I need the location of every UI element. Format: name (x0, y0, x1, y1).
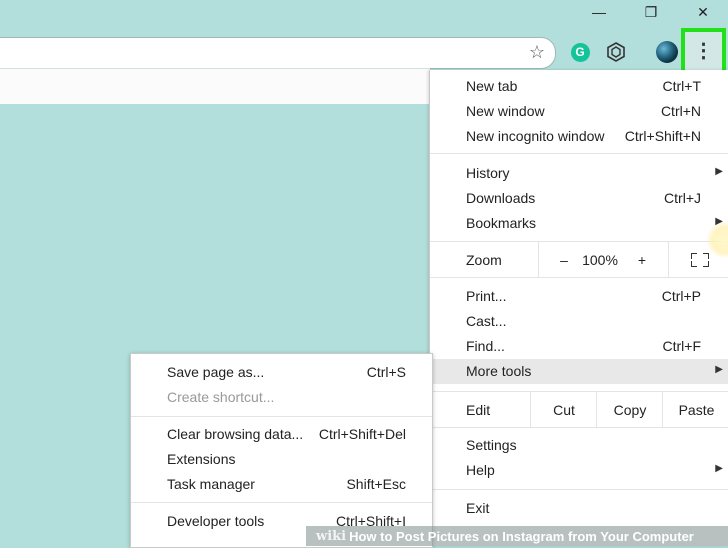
menu-item-new-tab[interactable]: New tab Ctrl+T (430, 74, 728, 99)
three-dots-icon: ⋮ (693, 40, 714, 62)
menu-item-shortcut: Ctrl+J (664, 190, 701, 206)
more-tools-submenu: Save page as... Ctrl+S Create shortcut..… (130, 353, 433, 548)
menu-item-shortcut: Ctrl+Shift+N (624, 128, 701, 144)
menu-item-label: Cast... (466, 313, 507, 329)
edit-label: Edit (466, 402, 491, 418)
cut-button[interactable]: Cut (530, 392, 597, 427)
menu-item-label: Exit (466, 500, 490, 516)
bookmarks-strip (0, 68, 430, 104)
minimize-icon: — (592, 4, 606, 20)
submenu-item-shortcut: Ctrl+Shift+Del (318, 426, 406, 442)
menu-item-label: New tab (466, 78, 518, 94)
submenu-item-label: Developer tools (167, 513, 265, 529)
menu-item-label: Help (466, 462, 495, 478)
zoom-in-button[interactable]: + (620, 242, 664, 277)
menu-item-shortcut: Ctrl+P (661, 288, 701, 304)
close-window-button[interactable]: ✕ (680, 0, 726, 24)
submenu-item-create-shortcut[interactable]: Create shortcut... (131, 385, 432, 410)
menu-item-history[interactable]: History ▶ (430, 161, 728, 186)
submenu-item-label: Create shortcut... (167, 389, 275, 405)
menu-item-new-window[interactable]: New window Ctrl+N (430, 99, 728, 124)
menu-item-exit[interactable]: Exit (430, 496, 728, 521)
menu-item-label: History (466, 165, 510, 181)
address-bar[interactable]: ☆ (0, 37, 556, 69)
minimize-button[interactable]: — (576, 0, 622, 24)
submenu-arrow-icon: ▶ (715, 463, 723, 474)
menu-item-shortcut: Ctrl+N (660, 103, 701, 119)
menu-item-shortcut: Ctrl+F (662, 338, 702, 354)
submenu-item-task-manager[interactable]: Task manager Shift+Esc (131, 472, 432, 497)
paste-label: Paste (678, 401, 715, 418)
hexagon-extension-icon (607, 42, 625, 62)
zoom-label: Zoom (466, 252, 502, 268)
menu-item-downloads[interactable]: Downloads Ctrl+J (430, 186, 728, 211)
menu-item-label: New incognito window (466, 128, 605, 144)
zoom-level: 100% (582, 252, 618, 268)
paste-button[interactable]: Paste (662, 392, 728, 427)
submenu-arrow-icon: ▶ (715, 364, 723, 375)
menu-divider (131, 416, 432, 417)
grammarly-icon: G (570, 42, 590, 62)
submenu-item-save-page[interactable]: Save page as... Ctrl+S (131, 360, 432, 385)
menu-divider (430, 277, 728, 278)
extension-button[interactable] (604, 40, 628, 64)
submenu-item-label: Extensions (167, 451, 236, 467)
menu-item-label: New window (466, 103, 545, 119)
edit-row: Edit Cut Copy Paste (430, 392, 728, 427)
star-icon[interactable]: ☆ (529, 42, 545, 63)
menu-divider (131, 502, 432, 503)
title-bar: — ❐ ✕ (0, 0, 728, 28)
submenu-arrow-icon: ▶ (715, 166, 723, 177)
menu-item-bookmarks[interactable]: Bookmarks ▶ (430, 211, 728, 236)
zoom-row: Zoom – 100% + (430, 242, 728, 277)
submenu-item-label: Clear browsing data... (167, 426, 304, 442)
submenu-item-label: Save page as... (167, 364, 265, 380)
menu-item-label: Downloads (466, 190, 536, 206)
submenu-item-extensions[interactable]: Extensions (131, 447, 432, 472)
menu-divider (430, 489, 728, 490)
close-icon: ✕ (697, 3, 709, 20)
menu-divider (430, 427, 728, 428)
menu-item-label: Settings (466, 437, 517, 453)
wikihow-watermark: wiki How to Post Pictures on Instagram f… (306, 526, 728, 546)
profile-avatar-button[interactable] (655, 40, 679, 64)
menu-item-label: More tools (466, 363, 532, 379)
submenu-item-label: Task manager (167, 476, 255, 492)
submenu-item-shortcut: Shift+Esc (346, 476, 406, 492)
copy-label: Copy (613, 401, 647, 418)
fullscreen-icon (690, 252, 709, 267)
menu-item-new-incognito-window[interactable]: New incognito window Ctrl+Shift+N (430, 124, 728, 149)
menu-item-label: Bookmarks (466, 215, 537, 231)
restore-icon: ❐ (644, 3, 658, 20)
wiki-logo-text: wiki (316, 528, 347, 544)
submenu-item-clear-browsing-data[interactable]: Clear browsing data... Ctrl+Shift+Del (131, 422, 432, 447)
minus-icon: – (560, 251, 568, 268)
menu-item-find[interactable]: Find... Ctrl+F (430, 334, 728, 359)
menu-item-print[interactable]: Print... Ctrl+P (430, 284, 728, 309)
menu-divider (430, 153, 728, 154)
menu-item-help[interactable]: Help ▶ (430, 458, 728, 483)
avatar (656, 41, 678, 63)
grammarly-extension-button[interactable]: G (568, 40, 592, 64)
menu-item-more-tools[interactable]: More tools ▶ (430, 359, 728, 384)
chrome-main-menu: New tab Ctrl+T New window Ctrl+N New inc… (429, 70, 728, 546)
menu-item-settings[interactable]: Settings (430, 433, 728, 458)
customize-menu-button[interactable]: ⋮ (681, 28, 726, 74)
menu-item-cast[interactable]: Cast... (430, 309, 728, 334)
watermark-title: How to Post Pictures on Instagram from Y… (349, 528, 694, 544)
cut-label: Cut (553, 401, 575, 418)
restore-button[interactable]: ❐ (628, 0, 674, 24)
menu-item-label: Find... (466, 338, 505, 354)
menu-item-label: Print... (466, 288, 507, 304)
submenu-item-shortcut: Ctrl+S (366, 364, 406, 380)
menu-item-shortcut: Ctrl+T (662, 78, 702, 94)
plus-icon: + (637, 251, 647, 268)
copy-button[interactable]: Copy (596, 392, 663, 427)
